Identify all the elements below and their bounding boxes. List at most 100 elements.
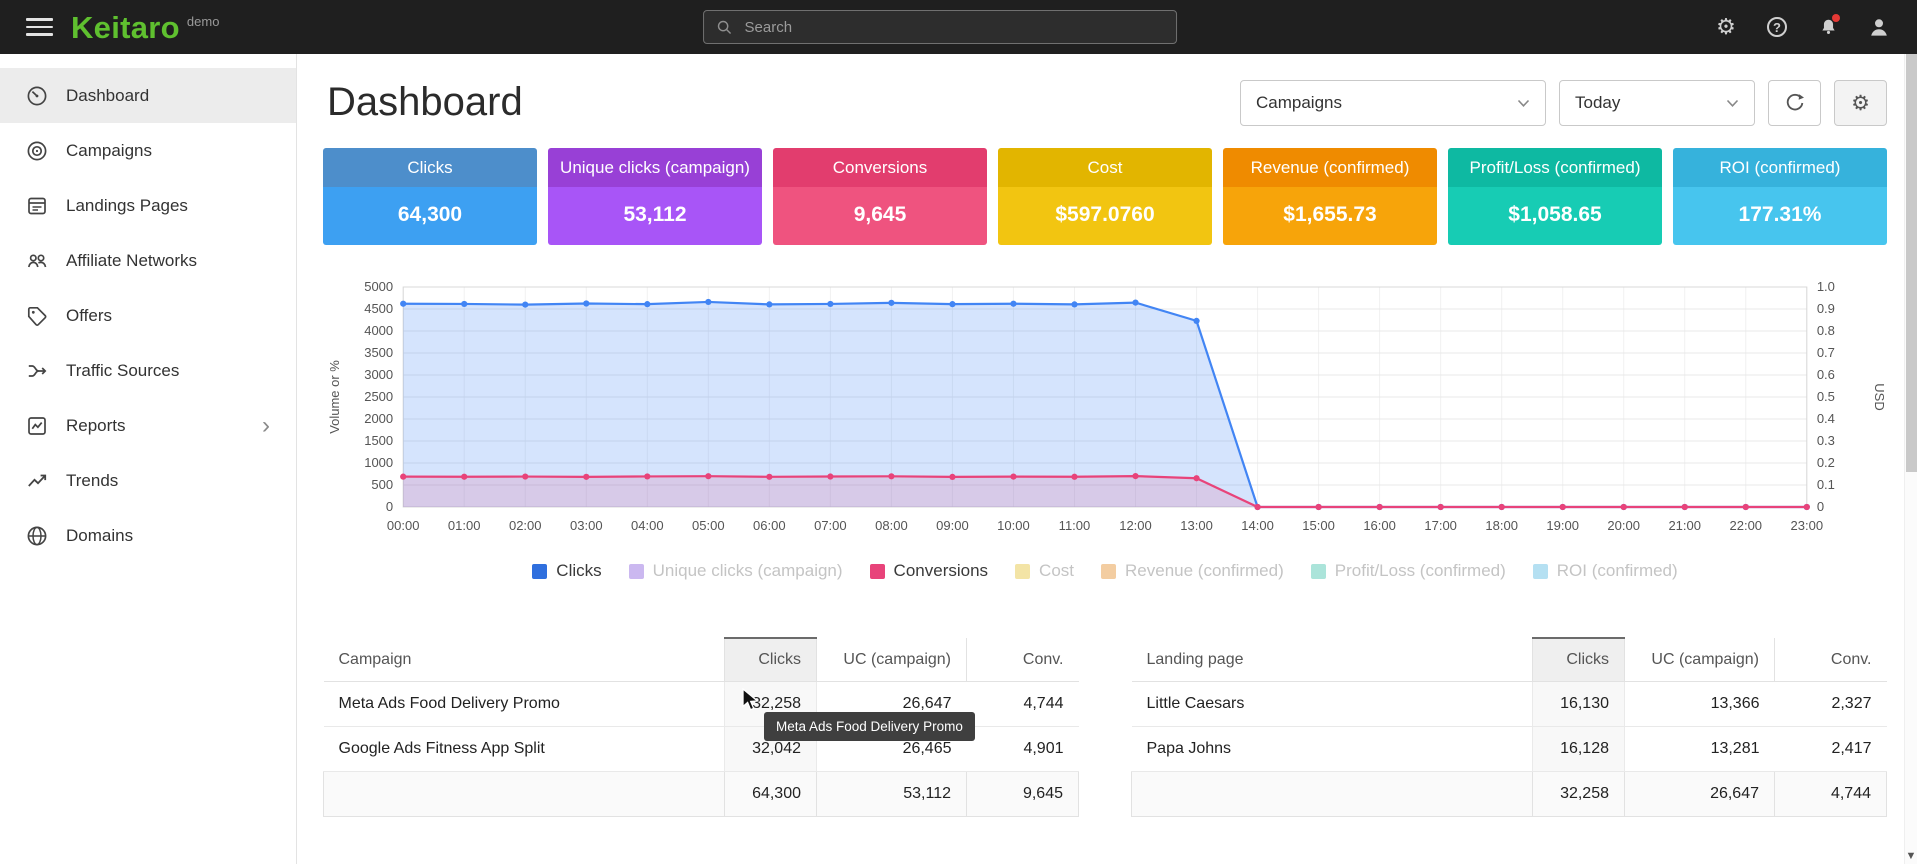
table-row[interactable]: Papa Johns 16,128 13,281 2,417: [1132, 727, 1887, 772]
clicks-value: 16,130: [1533, 682, 1625, 727]
global-search: [703, 10, 1177, 44]
column-header-clicks[interactable]: Clicks: [725, 638, 817, 682]
totals-uc: 26,647: [1625, 772, 1775, 817]
stat-card-revenue[interactable]: Revenue (confirmed) $1,655.73: [1223, 148, 1437, 245]
legend-item-unique-clicks[interactable]: Unique clicks (campaign): [629, 561, 843, 581]
landing-name[interactable]: Papa Johns: [1132, 727, 1533, 772]
totals-empty-cell: [324, 772, 725, 817]
sidebar: Dashboard Campaigns Landings Pages Affil…: [0, 54, 297, 864]
scroll-down-arrow-icon[interactable]: ▼: [1905, 850, 1917, 862]
sidebar-item-label: Trends: [66, 471, 118, 491]
line-chart: 005000.110000.215000.320000.425000.53000…: [323, 275, 1887, 547]
stat-card-clicks[interactable]: Clicks 64,300: [323, 148, 537, 245]
sidebar-item-landings-pages[interactable]: Landings Pages: [0, 178, 296, 233]
date-range-select[interactable]: Today: [1559, 80, 1755, 126]
svg-text:0.5: 0.5: [1817, 389, 1835, 404]
campaign-name[interactable]: Google Ads Fitness App Split: [324, 727, 725, 772]
globe-icon: [25, 524, 49, 548]
stat-card-roi[interactable]: ROI (confirmed) 177.31%: [1673, 148, 1887, 245]
stat-card-label: Conversions: [773, 148, 987, 187]
stat-card-profit-loss[interactable]: Profit/Loss (confirmed) $1,058.65: [1448, 148, 1662, 245]
column-header-clicks[interactable]: Clicks: [1533, 638, 1625, 682]
landing-name[interactable]: Little Caesars: [1132, 682, 1533, 727]
svg-text:3500: 3500: [364, 345, 393, 360]
sidebar-item-traffic-sources[interactable]: Traffic Sources: [0, 343, 296, 398]
legend-label: Cost: [1039, 561, 1074, 581]
column-header-uc[interactable]: UC (campaign): [817, 638, 967, 682]
column-header-conv[interactable]: Conv.: [967, 638, 1079, 682]
date-range-value: Today: [1575, 93, 1620, 113]
svg-text:00:00: 00:00: [387, 518, 420, 533]
stat-card-value: 64,300: [323, 187, 537, 245]
svg-text:16:00: 16:00: [1363, 518, 1396, 533]
column-header-uc[interactable]: UC (campaign): [1625, 638, 1775, 682]
refresh-button[interactable]: [1768, 80, 1821, 126]
summary-tables: Campaign Clicks UC (campaign) Conv. Meta…: [323, 637, 1887, 817]
svg-text:01:00: 01:00: [448, 518, 481, 533]
svg-text:0.2: 0.2: [1817, 455, 1835, 470]
sidebar-item-offers[interactable]: Offers: [0, 288, 296, 343]
sidebar-item-label: Campaigns: [66, 141, 152, 161]
stat-card-conversions[interactable]: Conversions 9,645: [773, 148, 987, 245]
legend-item-clicks[interactable]: Clicks: [532, 561, 601, 581]
table-header-row: Campaign Clicks UC (campaign) Conv.: [324, 638, 1079, 682]
legend-item-profit-loss[interactable]: Profit/Loss (confirmed): [1311, 561, 1506, 581]
campaigns-filter-select[interactable]: Campaigns: [1240, 80, 1546, 126]
uc-value: 13,366: [1625, 682, 1775, 727]
legend-label: Conversions: [894, 561, 989, 581]
legend-label: Revenue (confirmed): [1125, 561, 1284, 581]
target-icon: [25, 139, 49, 163]
stat-card-cost[interactable]: Cost $597.0760: [998, 148, 1212, 245]
svg-text:04:00: 04:00: [631, 518, 664, 533]
svg-text:0.4: 0.4: [1817, 411, 1835, 426]
svg-text:3000: 3000: [364, 367, 393, 382]
svg-text:4000: 4000: [364, 323, 393, 338]
svg-text:0: 0: [386, 499, 393, 514]
sidebar-item-dashboard[interactable]: Dashboard: [0, 68, 296, 123]
table-row[interactable]: Little Caesars 16,130 13,366 2,327: [1132, 682, 1887, 727]
trending-up-icon: [25, 469, 49, 493]
scrollbar-thumb[interactable]: [1906, 54, 1917, 472]
notifications-bell-icon[interactable]: [1816, 15, 1840, 39]
column-header-landing-page[interactable]: Landing page: [1132, 638, 1533, 682]
sidebar-item-domains[interactable]: Domains: [0, 508, 296, 563]
campaign-name[interactable]: Meta Ads Food Delivery Promo: [324, 682, 725, 727]
svg-text:5000: 5000: [364, 279, 393, 294]
dashboard-settings-button[interactable]: ⚙: [1834, 80, 1887, 126]
sidebar-item-trends[interactable]: Trends: [0, 453, 296, 508]
legend-swatch: [1101, 564, 1116, 579]
gear-icon: ⚙: [1851, 93, 1870, 114]
search-input[interactable]: [743, 18, 1164, 37]
column-header-campaign[interactable]: Campaign: [324, 638, 725, 682]
tag-icon: [25, 304, 49, 328]
app-logo[interactable]: Keitaro demo: [71, 12, 219, 43]
page-title: Dashboard: [327, 80, 523, 125]
help-icon[interactable]: ?: [1765, 15, 1789, 39]
page-icon: [25, 194, 49, 218]
stat-card-value: 53,112: [548, 187, 762, 245]
chart-legend: Clicks Unique clicks (campaign) Conversi…: [323, 561, 1887, 581]
stat-card-unique-clicks[interactable]: Unique clicks (campaign) 53,112: [548, 148, 762, 245]
legend-item-cost[interactable]: Cost: [1015, 561, 1074, 581]
svg-text:06:00: 06:00: [753, 518, 786, 533]
sidebar-item-affiliate-networks[interactable]: Affiliate Networks: [0, 233, 296, 288]
settings-gear-icon[interactable]: ⚙: [1714, 15, 1738, 39]
conv-value: 4,901: [967, 727, 1079, 772]
mouse-cursor: [741, 688, 763, 713]
user-avatar-icon[interactable]: [1867, 15, 1891, 39]
sidebar-item-campaigns[interactable]: Campaigns: [0, 123, 296, 178]
campaigns-filter-value: Campaigns: [1256, 93, 1342, 113]
legend-item-revenue[interactable]: Revenue (confirmed): [1101, 561, 1284, 581]
vertical-scrollbar[interactable]: ▼: [1904, 54, 1917, 864]
svg-text:21:00: 21:00: [1668, 518, 1701, 533]
report-chart-icon: [25, 414, 49, 438]
svg-text:2000: 2000: [364, 411, 393, 426]
conv-value: 2,327: [1775, 682, 1887, 727]
sidebar-item-reports[interactable]: Reports ›: [0, 398, 296, 453]
legend-item-roi[interactable]: ROI (confirmed): [1533, 561, 1678, 581]
legend-item-conversions[interactable]: Conversions: [870, 561, 989, 581]
column-header-conv[interactable]: Conv.: [1775, 638, 1887, 682]
svg-text:09:00: 09:00: [936, 518, 969, 533]
totals-clicks: 64,300: [725, 772, 817, 817]
hamburger-menu-icon[interactable]: [26, 18, 53, 36]
